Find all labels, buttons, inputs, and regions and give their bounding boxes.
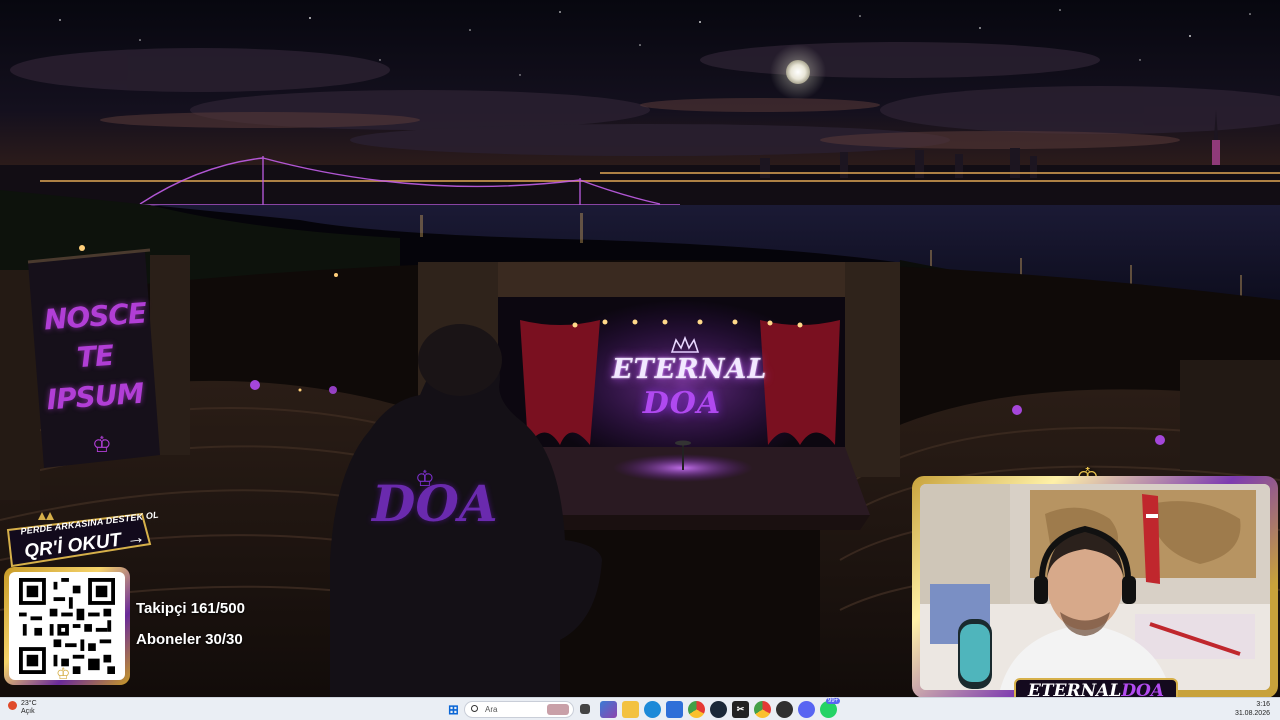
qr-support-banner: PERDE ARKASINA DESTEK OL QR'İ OKUT → — [2, 508, 159, 570]
qr-crown-icon: ♔ — [56, 666, 71, 683]
weather-temp: 23°C — [21, 700, 37, 707]
taskbar-clock[interactable]: 3:16 31.08.2026 — [1235, 700, 1270, 718]
store-icon[interactable] — [666, 701, 683, 718]
webcam-feed — [920, 484, 1270, 690]
weather-alert-icon — [8, 701, 17, 710]
clock-date: 31.08.2026 — [1234, 710, 1270, 717]
stage-title-line1: ETERNAL — [612, 354, 768, 385]
chrome-icon[interactable] — [688, 701, 705, 718]
widgets-icon[interactable] — [600, 701, 617, 718]
discord-icon[interactable] — [798, 701, 815, 718]
file-explorer-icon[interactable] — [622, 701, 639, 718]
followers-counter: Takipçi 161/500 — [136, 600, 245, 617]
webcam-video — [920, 484, 1270, 690]
task-view-icon[interactable] — [580, 704, 590, 714]
banner-crown-icon: ♔ — [92, 432, 112, 457]
search-highlight-icon — [547, 704, 569, 715]
windows-taskbar: 23°C Açık ⊞ Ara ✂ 99+ 3:16 31.08.2026 — [0, 697, 1280, 720]
windows-start-icon[interactable]: ⊞ — [445, 701, 462, 718]
webcam-frame — [912, 476, 1278, 698]
obs-icon[interactable] — [776, 701, 793, 718]
hoodie-crown-icon: ♔ — [415, 466, 435, 491]
taskbar-search[interactable]: Ara — [464, 701, 574, 718]
notification-badge: 99+ — [826, 698, 841, 704]
qr-code-pattern — [19, 578, 115, 674]
search-icon — [471, 705, 478, 712]
capcut-icon[interactable]: ✂ — [732, 701, 749, 718]
steam-icon[interactable] — [710, 701, 727, 718]
search-placeholder: Ara — [485, 705, 498, 714]
weather-widget[interactable]: 23°C Açık — [8, 700, 37, 716]
weather-desc: Açık — [21, 708, 35, 715]
subscribers-counter: Aboneler 30/30 — [136, 631, 243, 648]
edge-icon[interactable] — [644, 701, 661, 718]
arrow-right-icon: → — [125, 526, 147, 550]
chrome-profile-icon[interactable] — [754, 701, 771, 718]
clock-time: 3:16 — [1256, 701, 1270, 708]
stage-title-line2: DOA — [642, 386, 722, 421]
webcam-overlay: ♔ — [912, 462, 1278, 708]
